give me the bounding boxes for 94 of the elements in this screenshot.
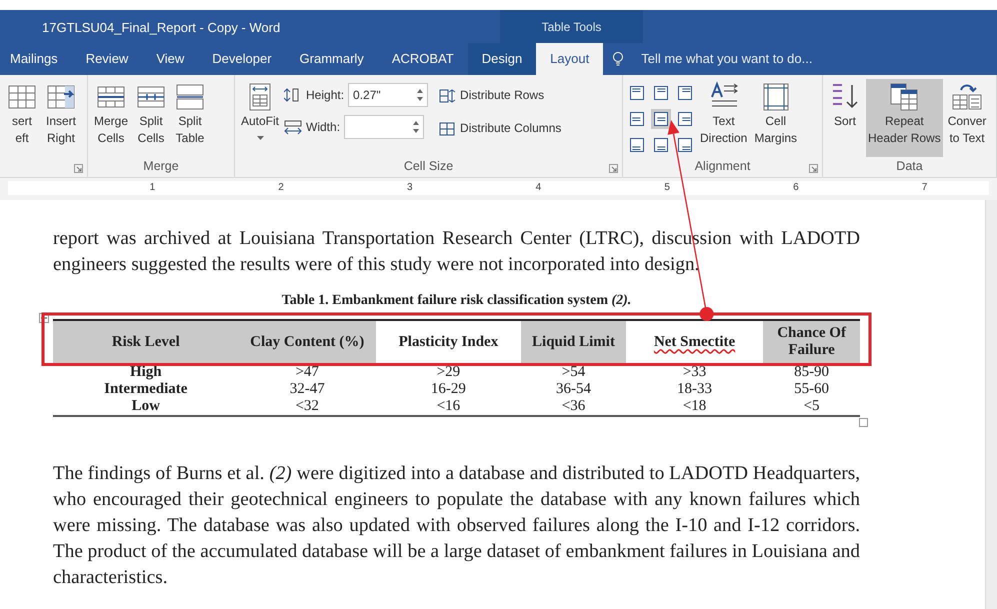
field-label: Width: (306, 119, 340, 136)
align-icon (678, 138, 692, 152)
ribbon-button[interactable]: Split Table (172, 79, 208, 157)
group-label: Merge (142, 158, 180, 175)
align-button[interactable] (627, 135, 647, 155)
column-header: Liquid Limit (521, 320, 626, 364)
table-cell: <36 (521, 398, 626, 416)
align-icon (630, 138, 644, 152)
ribbon-tab[interactable]: Mailings (0, 43, 72, 75)
repeat-icon (888, 81, 920, 113)
field-label: Height: (306, 87, 344, 104)
table-cell: <32 (238, 398, 376, 416)
context-tab-label: Table Tools (500, 10, 643, 43)
column-header: Risk Level (53, 320, 239, 364)
align-icon (630, 86, 644, 100)
ruler-number: 2 (278, 181, 284, 195)
table-cell-text: 85-90 (793, 364, 830, 381)
distribute-button[interactable]: Distribute Columns (439, 120, 562, 137)
align-icon (678, 112, 692, 126)
distribute-rows-icon (439, 88, 456, 102)
table-cell-text: 18-33 (676, 381, 714, 398)
ruler-number: 5 (664, 181, 670, 195)
align-icon (654, 112, 668, 126)
ribbon-button[interactable]: Insert Right (43, 79, 79, 157)
align-button[interactable] (675, 83, 695, 103)
ribbon-button[interactable]: Merge Cells (92, 79, 130, 157)
ribbon-button[interactable]: Cell Margins (752, 79, 800, 157)
ribbon-button[interactable]: Repeat Header Rows (866, 79, 943, 157)
table-cell-text: >33 (682, 364, 708, 381)
align-button[interactable] (675, 109, 695, 129)
column-header: Chance Of Failure (763, 320, 860, 364)
ribbon-button[interactable]: Split Cells (133, 79, 170, 157)
align-icon (654, 138, 668, 152)
distribute-columns-icon (439, 122, 456, 136)
ribbon-tab[interactable]: ACROBAT (378, 43, 468, 75)
align-button[interactable] (651, 135, 671, 155)
ribbon-tab[interactable]: Grammarly (286, 43, 378, 75)
table-cell-text: High (128, 364, 163, 381)
table-cell: <5 (763, 398, 860, 416)
ribbon-tab[interactable]: Layout (536, 43, 604, 75)
lightbulb-icon (611, 51, 626, 67)
ruler-number: 6 (793, 181, 799, 195)
ribbon-tab[interactable]: Developer (198, 43, 286, 75)
spin-arrows-icon (413, 121, 420, 133)
ribbon-tab[interactable]: Review (72, 43, 142, 75)
table-cell: Low (53, 398, 239, 416)
table-cell: <16 (376, 398, 522, 416)
align-icon (678, 86, 692, 100)
ruler-number: 4 (536, 181, 542, 195)
align-button[interactable] (627, 109, 647, 129)
ruler-number: 1 (150, 181, 156, 195)
table-caption: Table 1. Embankment failure risk classification system (2). (280, 292, 632, 310)
spin-arrows-icon (417, 89, 424, 101)
body-paragraph: The findings of Burns et al. (2) were digitized into a database and distributed to LADOTD Headquarters, who encouraged their geotechnical engineers to populate the database with any known failures which were missing. The database was also updated with observed failures along the I-10 and I-12 corridors. The product of the accumulated database will be a large dataset of embankment failures in Louisiana and characteristics. (53, 462, 860, 590)
table-cell-text: Intermediate (103, 381, 188, 398)
table-cell-text: 16-29 (430, 381, 467, 398)
column-header: Clay Content (%) (238, 320, 376, 364)
ribbon-button[interactable]: Sort (827, 79, 863, 157)
ruler-number: 7 (922, 181, 928, 195)
align-button[interactable] (675, 135, 695, 155)
dialog-launcher-icon[interactable] (809, 164, 818, 173)
ribbon-button[interactable]: sert eft (4, 79, 40, 157)
autofit-button[interactable]: AutoFit (239, 79, 282, 157)
table-cell-text: 36-54 (555, 381, 592, 398)
group-label: Cell Size (402, 158, 454, 175)
group-label: Alignment (694, 158, 752, 175)
table-cell: <18 (626, 398, 764, 416)
align-button[interactable] (651, 83, 671, 103)
table-cell-text: >47 (294, 364, 320, 381)
align-button[interactable] (651, 109, 671, 129)
spin-field[interactable] (344, 115, 424, 139)
align-icon (654, 86, 668, 100)
window-title: 17GTLSU04_Final_Report - Copy - Word (41, 19, 282, 37)
ribbon-button[interactable]: Conver to Text (946, 79, 988, 157)
table-cell-text: 32-47 (288, 381, 326, 398)
table-cell-text: >54 (560, 364, 586, 381)
resize-handle-icon[interactable] (859, 418, 868, 427)
table-cell-text: 55-60 (793, 381, 830, 398)
dialog-launcher-icon[interactable] (74, 164, 83, 173)
tell-me-field[interactable]: Tell me what you want to do... (625, 49, 886, 69)
group-label: Data (895, 158, 924, 175)
align-icon (630, 112, 644, 126)
spin-field[interactable]: 0.27" (348, 83, 428, 107)
ribbon-button[interactable]: Text Direction (698, 79, 750, 157)
align-button[interactable] (627, 83, 647, 103)
ribbon-tab[interactable]: Design (468, 43, 536, 75)
scrollbar[interactable] (985, 200, 997, 609)
ruler-number: 3 (406, 181, 413, 195)
table-cell-text: >29 (436, 364, 462, 381)
ribbon-tab[interactable]: View (142, 43, 198, 75)
distribute-button[interactable]: Distribute Rows (439, 87, 562, 104)
column-width-icon (284, 120, 302, 134)
dialog-launcher-icon[interactable] (609, 164, 618, 173)
dropdown-arrow-icon (256, 136, 264, 140)
